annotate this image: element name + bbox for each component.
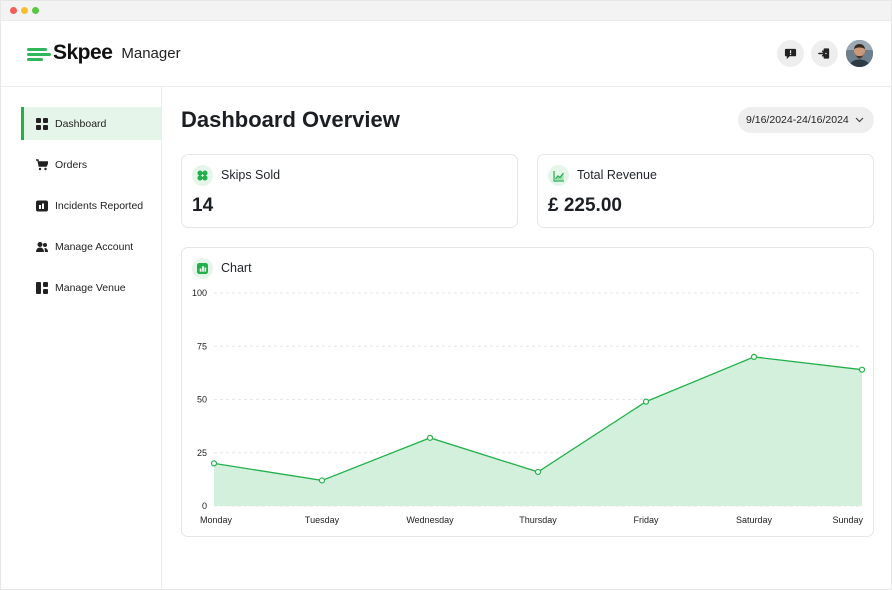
data-point [318, 477, 326, 484]
sidebar-item-label: Manage Account [55, 240, 134, 253]
logout-icon [818, 48, 830, 59]
brand-name: Skpee [53, 41, 113, 64]
sidebar-item-label: Orders [55, 158, 88, 171]
x-tick-label: Wednesday [406, 515, 454, 525]
sidebar-item-orders[interactable]: Orders [21, 148, 161, 181]
user-avatar[interactable] [846, 40, 873, 67]
x-tick-label: Sunday [832, 515, 863, 525]
sidebar-item-label: Incidents Reported [55, 199, 144, 212]
top-bar: Skpee Manager [1, 21, 891, 87]
series-area [214, 356, 862, 506]
data-point [750, 353, 758, 361]
venue-icon [36, 281, 48, 294]
sidebar-item-label: Manage Venue [55, 281, 126, 294]
incident-icon [36, 200, 48, 212]
skips-sold-title: Skips Sold [221, 168, 281, 182]
chart-card: Chart 0 25 50 75 100 Monday Tuesday Wednesday Th… [181, 247, 874, 537]
date-range-picker[interactable]: 9/16/2024-24/16/2024 [738, 107, 874, 133]
close-window-dot[interactable] [10, 7, 17, 14]
users-icon [36, 241, 48, 253]
sidebar: Dashboard Orders Incidents Reported Mana… [1, 87, 162, 589]
chat-alert-icon [784, 48, 797, 60]
skips-icon [192, 165, 213, 186]
sidebar-item-label: Dashboard [55, 117, 107, 130]
brand-logo[interactable]: Skpee Manager [27, 41, 181, 64]
app-window: Skpee Manager Dashboard Orders Incidents… [0, 0, 892, 590]
brand-logo-icon [27, 45, 51, 61]
y-tick-label: 25 [197, 448, 207, 458]
logout-button[interactable] [811, 40, 838, 67]
date-range-value: 9/16/2024-24/16/2024 [746, 114, 849, 126]
y-tick-label: 75 [197, 341, 207, 351]
cart-icon [36, 158, 48, 171]
minimize-window-dot[interactable] [21, 7, 28, 14]
sidebar-item-manage-venue[interactable]: Manage Venue [21, 271, 161, 304]
total-revenue-value: £ 225.00 [548, 195, 622, 216]
brand-subtitle: Manager [121, 44, 181, 62]
x-tick-label: Tuesday [305, 515, 340, 525]
data-point [210, 460, 218, 467]
window-titlebar [1, 1, 891, 21]
skips-sold-card: Skips Sold 14 [181, 154, 518, 228]
y-tick-label: 100 [192, 288, 207, 298]
data-point [642, 398, 650, 405]
data-point [426, 434, 434, 441]
total-revenue-title: Total Revenue [577, 168, 657, 182]
x-tick-label: Monday [200, 515, 233, 525]
data-point [534, 468, 542, 476]
skips-sold-value: 14 [192, 195, 214, 216]
chat-alert-button[interactable] [777, 40, 804, 67]
revenue-area-chart: 0 25 50 75 100 Monday Tuesday Wednesday Thursday… [192, 288, 866, 525]
sidebar-item-manage-account[interactable]: Manage Account [21, 230, 161, 263]
x-tick-label: Saturday [736, 515, 773, 525]
x-tick-label: Friday [633, 515, 659, 525]
avatar-image [846, 40, 873, 67]
chevron-down-icon [855, 117, 864, 123]
dashboard-icon [36, 117, 48, 130]
maximize-window-dot[interactable] [32, 7, 39, 14]
page-title: Dashboard Overview [181, 107, 400, 132]
total-revenue-card: Total Revenue £ 225.00 [537, 154, 874, 228]
y-tick-label: 50 [197, 395, 207, 405]
x-tick-label: Thursday [519, 515, 557, 525]
sidebar-item-dashboard[interactable]: Dashboard [21, 107, 161, 140]
y-tick-label: 0 [202, 501, 207, 511]
revenue-icon [548, 165, 569, 186]
data-point [858, 366, 866, 373]
sidebar-item-incidents-reported[interactable]: Incidents Reported [21, 189, 161, 222]
